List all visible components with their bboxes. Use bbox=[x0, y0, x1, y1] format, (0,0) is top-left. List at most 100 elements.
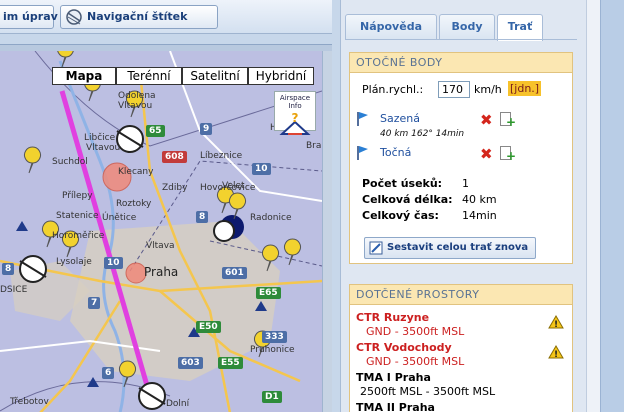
segment-count-label: Počet úseků: bbox=[362, 177, 443, 190]
delete-waypoint-1-icon[interactable]: ✖ bbox=[480, 113, 493, 128]
svg-text:!: ! bbox=[554, 350, 558, 359]
warning-icon: ! bbox=[548, 315, 564, 329]
road-shield: 65 bbox=[146, 125, 165, 137]
road-shield: 601 bbox=[222, 267, 247, 279]
window-edge bbox=[600, 0, 624, 412]
place-label: Radonice bbox=[250, 213, 292, 223]
area-name: CTR Vodochody bbox=[356, 341, 452, 354]
route-waypoints-box: OTOČNÉ BODY Plán.rychl.: 170 km/h [jdn.]… bbox=[349, 52, 573, 264]
place-label: Zdiby bbox=[162, 183, 188, 193]
road-shield: 9 bbox=[200, 123, 213, 135]
place-label: Vltavou bbox=[86, 143, 121, 153]
airspace-info-label: Airspace Info bbox=[279, 94, 311, 110]
total-time-value: 14min bbox=[462, 209, 497, 222]
road-shield: E50 bbox=[196, 321, 221, 333]
waypoints-heading: OTOČNÉ BODY bbox=[350, 53, 572, 73]
map-canvas[interactable]: Odolena Vltavou Libčice Vltavou Klecany … bbox=[0, 51, 322, 412]
waypoint-2-link[interactable]: Točná bbox=[380, 146, 411, 159]
area-name: CTR Ruzyne bbox=[356, 311, 430, 324]
road-shield: E65 bbox=[256, 287, 281, 299]
warning-icon: ! bbox=[548, 345, 564, 359]
edit-mode-button[interactable]: im úprav bbox=[0, 5, 58, 29]
road-shield: D1 bbox=[262, 391, 282, 403]
road-shield: 8 bbox=[196, 211, 209, 223]
tag-icon bbox=[66, 9, 82, 25]
rebuild-route-button[interactable]: Sestavit celou trať znova bbox=[364, 237, 536, 259]
map-toolbar: im úprav Navigační štítek bbox=[0, 0, 332, 34]
rebuild-route-label: Sestavit celou trať znova bbox=[387, 242, 529, 253]
place-label: Roztoky bbox=[116, 199, 152, 209]
map-edge bbox=[322, 51, 332, 412]
total-length-label: Celková délka: bbox=[362, 193, 453, 206]
units-link[interactable]: [jdn.] bbox=[508, 81, 542, 96]
map-type-hybrid[interactable]: Hybridní bbox=[248, 67, 314, 85]
speed-input[interactable]: 170 bbox=[438, 81, 470, 98]
place-label: Suchdol bbox=[52, 157, 88, 167]
speed-label: Plán.rychl.: bbox=[362, 83, 424, 96]
road-shield: 10 bbox=[104, 257, 123, 269]
place-label: Třebotov bbox=[10, 397, 49, 407]
place-label: Dolní bbox=[166, 399, 190, 409]
area-range: 2500ft MSL - 3500ft MSL bbox=[360, 385, 496, 398]
navigation-tag-button[interactable]: Navigační štítek bbox=[60, 5, 218, 29]
place-label: DSICE bbox=[0, 285, 28, 295]
tab-help[interactable]: Nápověda bbox=[345, 14, 437, 40]
road-shield: 603 bbox=[178, 357, 203, 369]
side-panel: Nápověda Body Trať OTOČNÉ BODY Plán.rych… bbox=[340, 0, 586, 412]
map-frame: Odolena Vltavou Libčice Vltavou Klecany … bbox=[0, 44, 332, 412]
speed-unit: km/h bbox=[474, 83, 502, 96]
tab-divider bbox=[345, 39, 577, 40]
navigation-tag-label: Navigační štítek bbox=[87, 10, 188, 23]
road-shield: 7 bbox=[88, 297, 101, 309]
place-label: Vltavou bbox=[118, 101, 153, 111]
area-name: TMA II Praha bbox=[356, 401, 435, 412]
pencil-icon bbox=[369, 241, 383, 255]
place-label: Lysolaje bbox=[56, 257, 92, 267]
place-label: Libčice bbox=[84, 133, 116, 143]
road-shield: 608 bbox=[162, 151, 187, 163]
waypoint-flag-icon bbox=[357, 112, 368, 126]
place-label: Vltava bbox=[146, 241, 175, 251]
place-label: Přílepy bbox=[62, 191, 93, 201]
segment-count-value: 1 bbox=[462, 177, 469, 190]
tab-points[interactable]: Body bbox=[439, 14, 495, 40]
waypoint-flag-icon bbox=[357, 146, 368, 160]
place-label: Klecany bbox=[118, 167, 154, 177]
road-shield: 10 bbox=[252, 163, 271, 175]
place-label: Pruhonice bbox=[250, 345, 295, 355]
svg-text:?: ? bbox=[292, 111, 299, 125]
place-label: Líbeznice bbox=[200, 151, 243, 161]
total-time-label: Celkový čas: bbox=[362, 209, 439, 222]
map-type-terrain[interactable]: Terénní bbox=[116, 67, 182, 85]
road-shield: 6 bbox=[102, 367, 115, 379]
areas-heading: DOTČENÉ PROSTORY bbox=[350, 285, 572, 305]
affected-areas-box: DOTČENÉ PROSTORY CTR Ruzyne GND - 3500ft… bbox=[349, 284, 573, 412]
road-shield: 333 bbox=[262, 331, 287, 343]
svg-text:!: ! bbox=[554, 320, 558, 329]
place-label: Velet bbox=[222, 181, 245, 191]
panel-scrollbar[interactable] bbox=[586, 0, 600, 412]
delete-waypoint-2-icon[interactable]: ✖ bbox=[480, 147, 493, 162]
total-length-value: 40 km bbox=[462, 193, 497, 206]
area-range: GND - 3500ft MSL bbox=[366, 325, 465, 338]
place-label: Odolena bbox=[118, 91, 156, 101]
city-label: Praha bbox=[144, 265, 179, 279]
area-range: GND - 3500ft MSL bbox=[366, 355, 465, 368]
panel-tabs: Nápověda Body Trať bbox=[345, 12, 581, 41]
place-label: Únětice bbox=[102, 213, 137, 223]
map-type-map[interactable]: Mapa bbox=[52, 67, 116, 85]
airspace-info-button[interactable]: Airspace Info ? bbox=[274, 91, 316, 135]
map-type-satellite[interactable]: Satelitní bbox=[182, 67, 248, 85]
area-name: TMA I Praha bbox=[356, 371, 431, 384]
place-label: Horoměřice bbox=[52, 231, 105, 241]
tab-route[interactable]: Trať bbox=[497, 14, 543, 41]
place-label: Bra bbox=[306, 141, 322, 151]
insert-waypoint-1-icon[interactable]: + bbox=[500, 112, 516, 129]
road-shield: E55 bbox=[218, 357, 243, 369]
insert-waypoint-2-icon[interactable]: + bbox=[500, 146, 516, 163]
waypoint-1-link[interactable]: Sazená bbox=[380, 112, 420, 125]
waypoint-1-leg-info: 40 km 162° 14min bbox=[380, 129, 465, 139]
road-shield: 8 bbox=[2, 263, 15, 275]
airspace-question-icon: ? bbox=[279, 111, 311, 135]
place-label: Statenice bbox=[56, 211, 99, 221]
